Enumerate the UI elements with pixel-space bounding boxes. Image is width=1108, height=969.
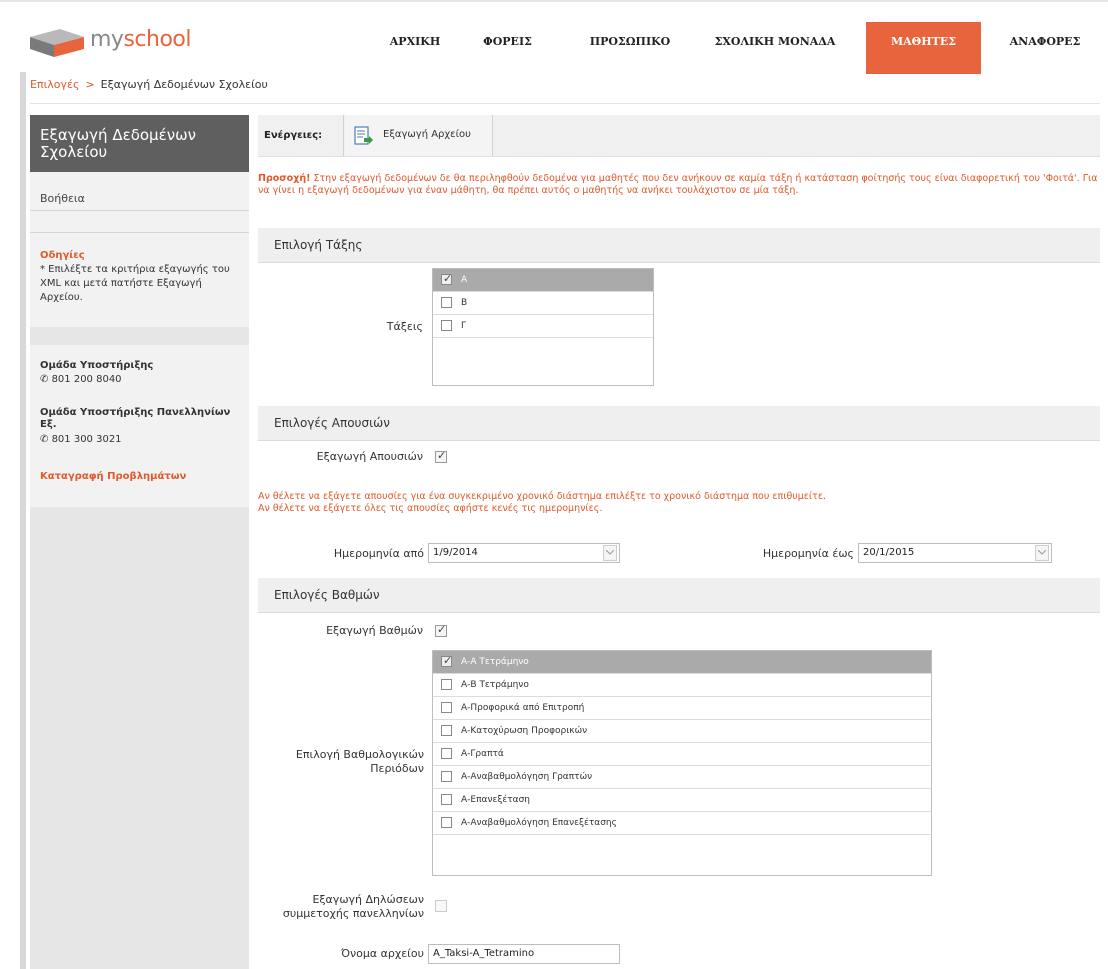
export-file-label: Εξαγωγή Αρχείου (383, 129, 471, 140)
support-phone: ✆ 801 200 8040 (40, 374, 122, 385)
date-to-select[interactable]: 20/1/2015 (858, 543, 1052, 563)
list-item[interactable]: Α-Αναβαθμολόγηση Επανεξέτασης (433, 812, 931, 835)
phone-icon: ✆ (40, 434, 52, 445)
absences-info-line1: Αν θέλετε να εξάγετε απουσίες για ένα συ… (258, 491, 827, 502)
list-item[interactable]: Α-Κατοχύρωση Προφορικών (433, 720, 931, 743)
classes-listbox[interactable]: ✓ Α Β Γ (432, 268, 654, 386)
checkbox[interactable] (441, 297, 452, 308)
class-section-title: Επιλογή Τάξης (274, 238, 363, 252)
toolbar-divider (343, 115, 344, 156)
list-item[interactable]: ✓ Α (433, 269, 653, 292)
list-item[interactable]: Β (433, 292, 653, 315)
checkbox[interactable] (441, 817, 452, 828)
checkbox[interactable] (441, 725, 452, 736)
grading-periods-label: Επιλογή Βαθμολογικών Περιόδων (295, 748, 424, 775)
nav-reports[interactable]: ΑΝΑΦΟΡΕΣ (995, 22, 1095, 74)
date-from-label: Ημερομηνία από (333, 547, 424, 560)
main-content: Ενέργειες: Εξαγωγή Αρχείου Προσοχή! Στην… (258, 115, 1100, 969)
breadcrumb-link-options[interactable]: Επιλογές (30, 78, 79, 91)
divider (30, 232, 249, 233)
checkbox[interactable] (441, 702, 452, 713)
export-grades-checkbox[interactable]: ✓ (435, 623, 447, 637)
export-grades-label: Εξαγωγή Βαθμών (326, 624, 423, 637)
list-item[interactable]: Α-Αναβαθμολόγηση Γραπτών (433, 766, 931, 789)
checkbox[interactable] (441, 794, 452, 805)
breadcrumb-separator: > (85, 78, 95, 91)
instructions-text: * Επιλέξτε τα κριτήρια εξαγωγής του XML … (40, 264, 230, 303)
list-item[interactable]: Α-Επανεξέταση (433, 789, 931, 812)
date-to-label: Ημερομηνία έως (762, 547, 854, 560)
sidebar-title: Εξαγωγή Δεδομένων Σχολείου (30, 115, 249, 172)
classes-label: Τάξεις (386, 320, 423, 333)
instructions-title: Οδηγίες (40, 250, 85, 261)
export-absences-checkbox[interactable]: ✓ (435, 449, 447, 463)
nav-home[interactable]: ΑΡΧΙΚΗ (375, 22, 455, 74)
panhellenic-support-title: Ομάδα Υποστήριξης Πανελληνίων Εξ. (40, 407, 231, 430)
grades-section-header: Επιλογές Βαθμών (258, 578, 1100, 613)
main-nav: ΑΡΧΙΚΗ ΦΟΡΕΙΣ ΠΡΟΣΩΠΙΚΟ ΣΧΟΛΙΚΗ ΜΟΝΑΔΑ Μ… (0, 22, 1108, 74)
sidebar: Εξαγωγή Δεδομένων Σχολείου Βοήθεια Οδηγί… (30, 115, 249, 969)
nav-staff[interactable]: ΠΡΟΣΩΠΙΚΟ (575, 22, 685, 74)
list-item[interactable]: Α-Προφορικά από Επιτροπή (433, 697, 931, 720)
actions-label: Ενέργειες: (264, 130, 323, 141)
list-item[interactable]: Α-Β Τετράμηνο (433, 674, 931, 697)
export-declarations-label: Εξαγωγή Δηλώσεων συμμετοχής πανελληνίων (282, 893, 424, 920)
absences-section-header: Επιλογές Απουσιών (258, 406, 1100, 441)
sidebar-help-link[interactable]: Βοήθεια (40, 192, 85, 205)
left-edge-bar (20, 72, 26, 969)
checkbox[interactable] (441, 748, 452, 759)
export-absences-label: Εξαγωγή Απουσιών (316, 450, 423, 463)
report-problems-link[interactable]: Καταγραφή Προβλημάτων (40, 471, 240, 483)
checkbox[interactable] (441, 320, 452, 331)
support-team-title: Ομάδα Υποστήριξης (40, 360, 154, 371)
filename-label: Όνομα αρχείου (341, 947, 424, 960)
panhellenic-support-phone: ✆ 801 300 3021 (40, 434, 122, 445)
checkbox[interactable]: ✓ (441, 272, 452, 285)
absences-section-title: Επιλογές Απουσιών (274, 416, 390, 430)
absences-info-line2: Αν θέλετε να εξάγετε όλες τις απουσίες α… (258, 503, 603, 514)
export-file-button[interactable]: Εξαγωγή Αρχείου (345, 115, 493, 156)
list-item[interactable]: Α-Γραπτά (433, 743, 931, 766)
chevron-down-icon (603, 545, 617, 561)
nav-bodies[interactable]: ΦΟΡΕΙΣ (470, 22, 545, 74)
class-section-header: Επιλογή Τάξης (258, 228, 1100, 263)
nav-students[interactable]: ΜΑΘΗΤΕΣ (866, 22, 981, 74)
nav-school-unit[interactable]: ΣΧΟΛΙΚΗ ΜΟΝΑΔΑ (705, 22, 845, 74)
breadcrumb: Επιλογές > Εξαγωγή Δεδομένων Σχολείου (30, 78, 268, 91)
checkbox[interactable]: ✓ (441, 654, 452, 667)
divider (30, 210, 249, 211)
grading-periods-listbox[interactable]: ✓ Α-Α Τετράμηνο Α-Β Τετράμηνο Α-Προφορικά… (432, 650, 932, 876)
actions-toolbar: Ενέργειες: Εξαγωγή Αρχείου (258, 115, 1100, 157)
checkbox[interactable] (441, 771, 452, 782)
list-item[interactable]: ✓ Α-Α Τετράμηνο (433, 651, 931, 674)
phone-icon: ✆ (40, 374, 52, 385)
export-icon (354, 126, 373, 145)
grades-section-title: Επιλογές Βαθμών (274, 588, 380, 602)
date-from-select[interactable]: 1/9/2014 (428, 543, 620, 563)
support-panel: Ομάδα Υποστήριξης ✆ 801 200 8040 Ομάδα Υ… (30, 345, 249, 507)
warning-message: Προσοχή! Στην εξαγωγή δεδομένων δε θα πε… (258, 173, 1098, 196)
breadcrumb-current: Εξαγωγή Δεδομένων Σχολείου (100, 78, 268, 91)
list-item[interactable]: Γ (433, 315, 653, 338)
chevron-down-icon (1035, 545, 1049, 561)
filename-input[interactable]: A_Taksi-A_Tetramino (428, 944, 620, 964)
breadcrumb-divider (30, 103, 1100, 104)
checkbox[interactable] (441, 679, 452, 690)
header: myschool ΑΡΧΙΚΗ ΦΟΡΕΙΣ ΠΡΟΣΩΠΙΚΟ ΣΧΟΛΙΚΗ… (0, 2, 1108, 74)
export-declarations-checkbox[interactable] (435, 900, 447, 912)
